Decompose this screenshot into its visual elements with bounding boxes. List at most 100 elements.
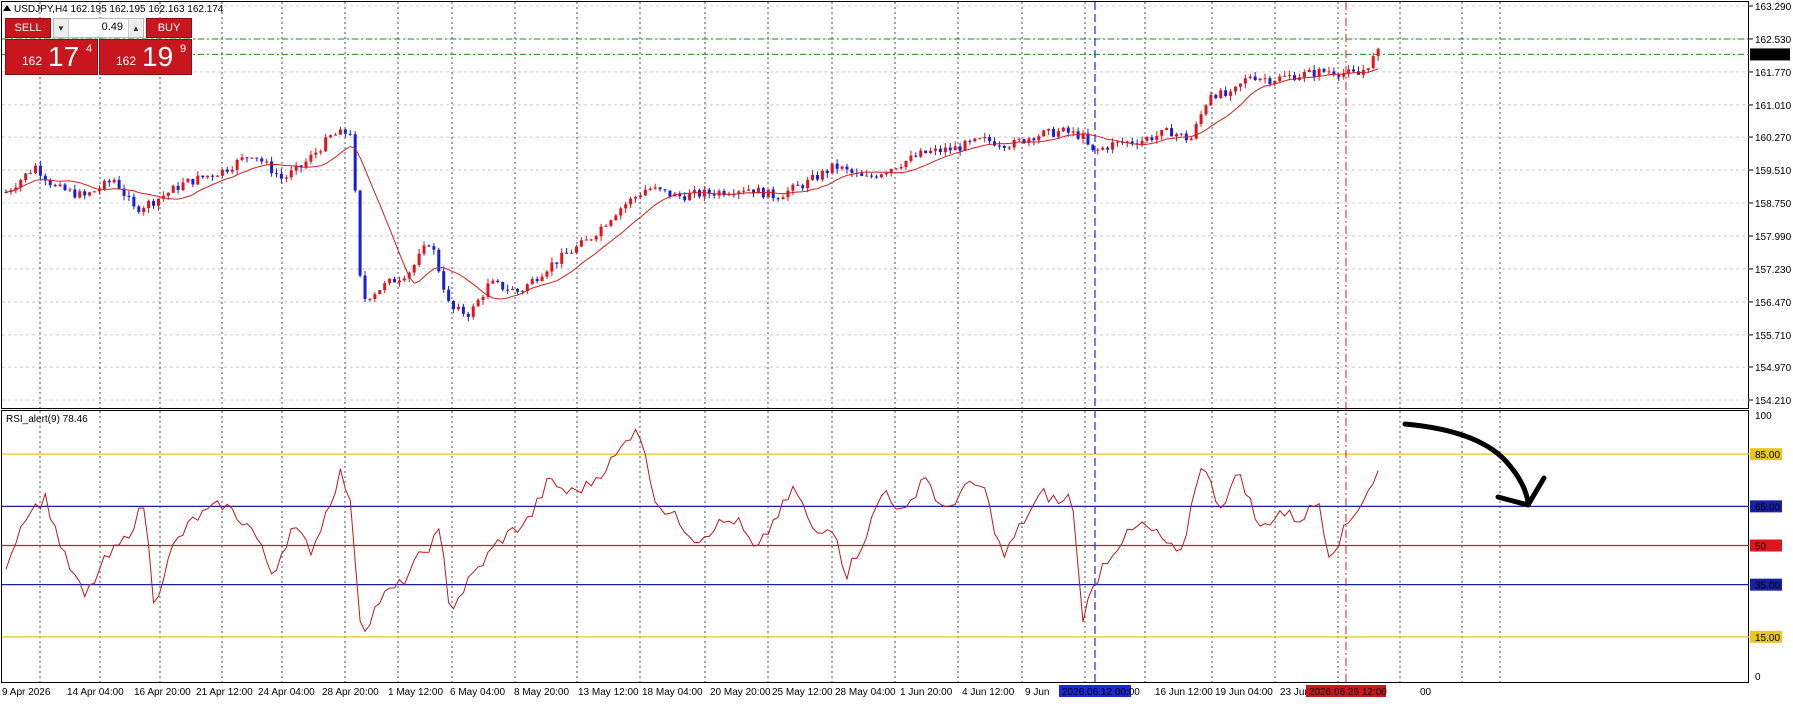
candle-body (634, 197, 638, 199)
candle-body (648, 188, 652, 190)
candle-body (1007, 147, 1011, 149)
buy-price-button[interactable]: 162 19 9 (99, 39, 192, 75)
candle-body (230, 169, 234, 172)
rsi-line (5, 428, 1379, 633)
candle-body (309, 154, 313, 162)
candle-body (417, 253, 421, 265)
candle-body (447, 289, 451, 301)
candle-body (796, 184, 800, 186)
candle-body (1071, 131, 1075, 133)
candle-body (806, 179, 810, 189)
candle-body (58, 184, 62, 186)
time-label: 1 May 12:00 (388, 687, 443, 698)
candle-body (383, 283, 387, 291)
candle-body (171, 185, 175, 193)
time-label: 24 Apr 04:00 (258, 687, 315, 698)
candle-body (270, 161, 274, 174)
candle-body (589, 239, 593, 241)
candle-body (934, 148, 938, 151)
candle-body (811, 174, 815, 180)
candle-body (132, 196, 136, 207)
candle-body (378, 290, 382, 295)
candle-body (919, 150, 923, 157)
rsi-tick-label: 0 (1755, 672, 1761, 683)
candle-body (771, 189, 775, 199)
candle-body (466, 313, 470, 317)
candle-body (191, 178, 195, 185)
candle-body (48, 180, 52, 186)
candle-body (265, 161, 269, 163)
chart-title: USDJPY,H4 162.195 162.195 162.163 162.17… (14, 4, 224, 15)
candle-body (491, 280, 495, 284)
candle-body (1238, 83, 1242, 87)
candle-body (127, 195, 131, 197)
one-click-trading-panel: SELL ▼ 0.49 ▲ BUY 162 17 4 162 19 9 (5, 18, 192, 75)
candle-body (1248, 76, 1252, 79)
time-label: 16 Apr 20:00 (134, 687, 191, 698)
candle-body (938, 148, 942, 153)
candle-body (73, 189, 77, 198)
time-label: 19 Jun 04:00 (1215, 687, 1273, 698)
candle-body (471, 306, 475, 317)
time-label: 23 Jun (1280, 687, 1310, 698)
candle-body (496, 280, 500, 282)
candle-body (476, 300, 480, 307)
candle-body (506, 289, 510, 291)
candle-body (255, 157, 259, 159)
time-label: 28 May 04:00 (835, 687, 896, 698)
candle-body (983, 136, 987, 139)
candle-body (461, 306, 465, 314)
price-tick-label: 154.210 (1755, 396, 1792, 407)
price-tick-label: 163.290 (1755, 2, 1792, 13)
sell-price-sup: 4 (86, 43, 93, 55)
candle-body (653, 187, 657, 189)
sell-price-button[interactable]: 162 17 4 (5, 39, 98, 75)
lot-value: 0.49 (101, 21, 123, 33)
candle-body (1371, 56, 1375, 69)
candle-body (555, 262, 559, 264)
candle-body (958, 146, 962, 151)
buy-button[interactable]: BUY (146, 18, 192, 38)
candle-body (348, 133, 352, 135)
candle-body (388, 278, 392, 284)
time-label: 4 Jun 12:00 (962, 687, 1015, 698)
candle-body (220, 169, 224, 176)
candle-body (1317, 68, 1321, 77)
chart-canvas[interactable]: 163.290 162.530 161.770 161.010 160.270 159.5… (0, 0, 1793, 704)
candle-body (1091, 144, 1095, 151)
time-label: 20 May 20:00 (710, 687, 771, 698)
lot-decrease-icon[interactable]: ▼ (54, 19, 69, 37)
rsi-tick-label: 15.00 (1755, 633, 1780, 644)
candle-body (481, 296, 485, 301)
lot-size-input[interactable]: ▼ 0.49 ▲ (53, 18, 144, 38)
candle-body (1179, 133, 1183, 135)
candle-body (668, 190, 672, 197)
candle-body (166, 192, 170, 196)
candle-body (688, 193, 692, 201)
candle-body (845, 166, 849, 170)
lot-increase-icon[interactable]: ▲ (128, 19, 143, 37)
candle-body (988, 136, 992, 142)
candle-body (427, 245, 431, 247)
candle-body (953, 146, 957, 151)
candle-body (24, 173, 28, 181)
candle-body (540, 276, 544, 282)
candle-body (353, 134, 357, 191)
candle-body (112, 179, 116, 183)
candle-body (1327, 71, 1331, 73)
candle-body (363, 275, 367, 300)
time-label: 6 May 04:00 (450, 687, 505, 698)
rsi-title: RSI_alert(9) 78.46 (6, 414, 88, 425)
rsi-axis: 100 85.00 65.00 50 35.00 15.00 0 (1750, 411, 1782, 683)
candle-body (643, 189, 647, 196)
candle-body (93, 191, 97, 193)
rsi-tick-label: 65.00 (1755, 502, 1780, 513)
candle-body (511, 288, 515, 290)
candle-body (412, 264, 416, 273)
candle-body (609, 220, 613, 226)
price-tick-label: 162.530 (1755, 35, 1792, 46)
candle-body (663, 189, 667, 191)
candle-body (1066, 127, 1070, 133)
candle-body (38, 165, 42, 176)
sell-button[interactable]: SELL (5, 18, 51, 38)
